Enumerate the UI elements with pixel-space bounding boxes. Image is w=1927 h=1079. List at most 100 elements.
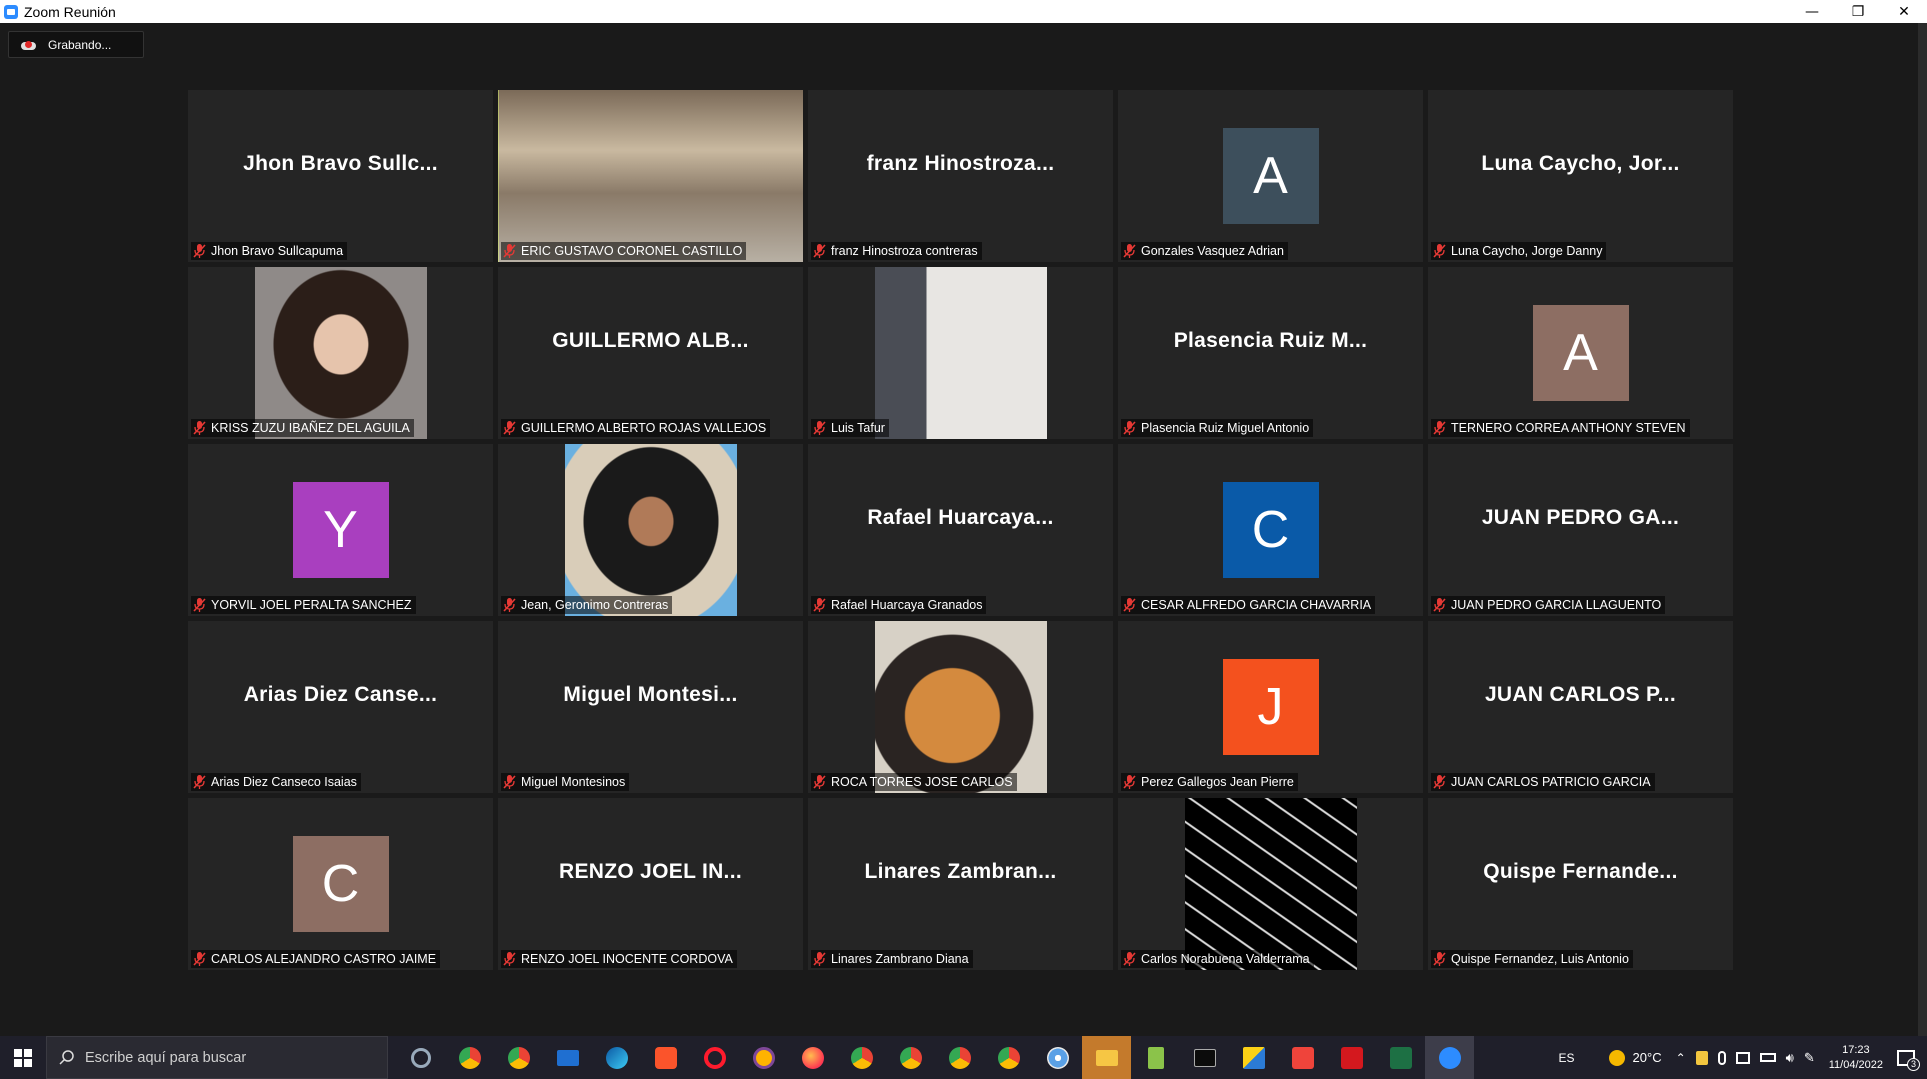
battery-icon[interactable] — [1759, 1053, 1776, 1062]
weather-sun-icon[interactable] — [1608, 1049, 1625, 1066]
participant-name: Luis Tafur — [831, 421, 885, 435]
participant-tile[interactable]: Jean, Geronimo Contreras — [498, 444, 803, 616]
terminal-icon[interactable] — [1180, 1036, 1229, 1079]
acrobat-icon[interactable] — [1327, 1036, 1376, 1079]
participant-tile[interactable]: Jhon Bravo Sullc... Jhon Bravo Sullcapuma — [188, 90, 493, 262]
participant-tile[interactable]: Rafael Huarcaya... Rafael Huarcaya Granad… — [808, 444, 1113, 616]
chrome-icon[interactable] — [935, 1036, 984, 1079]
windows-taskbar: Escribe aquí para buscar ES 20°C ⌃ 🔊︎ ✎ … — [0, 1036, 1927, 1079]
pen-icon[interactable]: ✎ — [1804, 1050, 1815, 1066]
edge-icon[interactable] — [592, 1036, 641, 1079]
zoom-app-icon — [4, 4, 18, 19]
anydesk-icon[interactable] — [1278, 1036, 1327, 1079]
participant-name: RENZO JOEL INOCENTE CORDOVA — [521, 952, 733, 966]
tray-security-icon[interactable] — [1695, 1050, 1708, 1065]
microphone-icon[interactable] — [1717, 1050, 1726, 1065]
participant-tile[interactable]: C CESAR ALFREDO GARCIA CHAVARRIA — [1118, 444, 1423, 616]
muted-mic-icon — [503, 775, 516, 789]
participant-tile[interactable]: Luna Caycho, Jor... Luna Caycho, Jorge Da… — [1428, 90, 1733, 262]
participant-name: Luna Caycho, Jorge Danny — [1451, 244, 1603, 258]
chevron-up-icon[interactable]: ⌃ — [1676, 1051, 1686, 1065]
participant-gallery: Jhon Bravo Sullc... Jhon Bravo Sullcapuma… — [188, 90, 1736, 972]
restore-button[interactable]: ❐ — [1835, 0, 1881, 23]
zoom-taskbar-icon[interactable] — [1425, 1036, 1474, 1079]
participant-name: Jhon Bravo Sullcapuma — [211, 244, 344, 258]
participant-nameplate: Gonzales Vasquez Adrian — [1121, 242, 1288, 260]
participant-tile[interactable]: A TERNERO CORREA ANTHONY STEVEN — [1428, 267, 1733, 439]
participant-tile[interactable]: Carlos Norabuena Valderrama — [1118, 798, 1423, 970]
participant-avatar: Y — [292, 482, 389, 578]
participant-tile[interactable]: J Perez Gallegos Jean Pierre — [1118, 621, 1423, 793]
participant-name: Linares Zambrano Diana — [831, 952, 969, 966]
chrome-icon[interactable] — [494, 1036, 543, 1079]
opera-icon[interactable] — [690, 1036, 739, 1079]
notification-count: 3 — [1907, 1057, 1920, 1071]
participant-tile[interactable]: Linares Zambran... Linares Zambrano Diana — [808, 798, 1113, 970]
muted-mic-icon — [193, 952, 206, 966]
recording-indicator[interactable]: Grabando... — [8, 31, 144, 58]
muted-mic-icon — [503, 244, 516, 258]
participant-tile[interactable]: C CARLOS ALEJANDRO CASTRO JAIME — [188, 798, 493, 970]
search-placeholder: Escribe aquí para buscar — [85, 1049, 247, 1066]
participant-nameplate: RENZO JOEL INOCENTE CORDOVA — [501, 950, 737, 968]
chrome-icon[interactable] — [886, 1036, 935, 1079]
firefox-icon[interactable] — [788, 1036, 837, 1079]
search-icon — [59, 1049, 74, 1065]
cloud-recording-icon — [21, 40, 36, 50]
participant-tile[interactable]: JUAN PEDRO GA... JUAN PEDRO GARCIA LLAGUE… — [1428, 444, 1733, 616]
muted-mic-icon — [193, 244, 206, 258]
participant-tile[interactable]: ROCA TORRES JOSE CARLOS — [808, 621, 1113, 793]
volume-icon[interactable]: 🔊︎ — [1786, 1050, 1794, 1066]
notepad-icon[interactable] — [1131, 1036, 1180, 1079]
chrome-icon[interactable] — [445, 1036, 494, 1079]
participant-tile[interactable]: Plasencia Ruiz M... Plasencia Ruiz Miguel… — [1118, 267, 1423, 439]
excel-icon[interactable] — [1376, 1036, 1425, 1079]
participant-tile[interactable]: RENZO JOEL IN... RENZO JOEL INOCENTE CORD… — [498, 798, 803, 970]
participant-tile[interactable]: Y YORVIL JOEL PERALTA SANCHEZ — [188, 444, 493, 616]
participant-nameplate: CESAR ALFREDO GARCIA CHAVARRIA — [1121, 596, 1376, 614]
participant-display-name: Luna Caycho, Jor... — [1481, 152, 1680, 175]
participant-name: YORVIL JOEL PERALTA SANCHEZ — [211, 598, 412, 612]
taskbar-search-box[interactable]: Escribe aquí para buscar — [46, 1036, 388, 1079]
participant-tile[interactable]: JUAN CARLOS P... JUAN CARLOS PATRICIO GAR… — [1428, 621, 1733, 793]
mail-icon[interactable] — [543, 1036, 592, 1079]
brave-icon[interactable] — [641, 1036, 690, 1079]
close-button[interactable]: ✕ — [1881, 0, 1927, 23]
notifications-icon[interactable]: 3 — [1897, 1049, 1920, 1071]
start-button[interactable] — [0, 1036, 46, 1079]
participant-tile[interactable]: KRISS ZUZU IBAÑEZ DEL AGUILA — [188, 267, 493, 439]
muted-mic-icon — [1433, 775, 1446, 789]
participant-tile[interactable]: franz Hinostroza... franz Hinostroza cont… — [808, 90, 1113, 262]
muted-mic-icon — [503, 421, 516, 435]
temperature-text[interactable]: 20°C — [1633, 1050, 1662, 1065]
sticky-notes-icon[interactable] — [1229, 1036, 1278, 1079]
muted-mic-icon — [1123, 598, 1136, 612]
participant-name: CARLOS ALEJANDRO CASTRO JAIME — [211, 952, 437, 966]
participant-name: CESAR ALFREDO GARCIA CHAVARRIA — [1141, 598, 1372, 612]
cortana-icon[interactable] — [396, 1036, 445, 1079]
recording-label: Grabando... — [48, 37, 112, 52]
window-titlebar: Zoom Reunión — ❐ ✕ — [0, 0, 1927, 23]
participant-nameplate: Carlos Norabuena Valderrama — [1121, 950, 1314, 968]
participant-nameplate: ROCA TORRES JOSE CARLOS — [811, 773, 1017, 791]
tor-browser-icon[interactable] — [739, 1036, 788, 1079]
chrome-icon[interactable] — [837, 1036, 886, 1079]
participant-tile[interactable]: GUILLERMO ALB... GUILLERMO ALBERTO ROJAS … — [498, 267, 803, 439]
participant-nameplate: Plasencia Ruiz Miguel Antonio — [1121, 419, 1314, 437]
participant-tile[interactable]: A Gonzales Vasquez Adrian — [1118, 90, 1423, 262]
language-indicator[interactable]: ES — [1559, 1051, 1575, 1065]
participant-tile[interactable]: Arias Diez Canse... Arias Diez Canseco Is… — [188, 621, 493, 793]
participant-nameplate: Perez Gallegos Jean Pierre — [1121, 773, 1298, 791]
muted-mic-icon — [503, 952, 516, 966]
minimize-button[interactable]: — — [1789, 0, 1835, 23]
participant-tile[interactable]: ERIC GUSTAVO CORONEL CASTILLO — [498, 90, 803, 262]
participant-tile[interactable]: Luis Tafur — [808, 267, 1113, 439]
system-clock[interactable]: 17:23 11/04/2022 — [1829, 1043, 1883, 1073]
file-explorer-icon[interactable] — [1082, 1036, 1131, 1079]
paint-icon[interactable] — [1033, 1036, 1082, 1079]
chrome-icon[interactable] — [984, 1036, 1033, 1079]
network-icon[interactable] — [1735, 1051, 1750, 1064]
participant-video — [874, 621, 1047, 793]
participant-tile[interactable]: Miguel Montesi... Miguel Montesinos — [498, 621, 803, 793]
participant-tile[interactable]: Quispe Fernande... Quispe Fernandez, Luis… — [1428, 798, 1733, 970]
